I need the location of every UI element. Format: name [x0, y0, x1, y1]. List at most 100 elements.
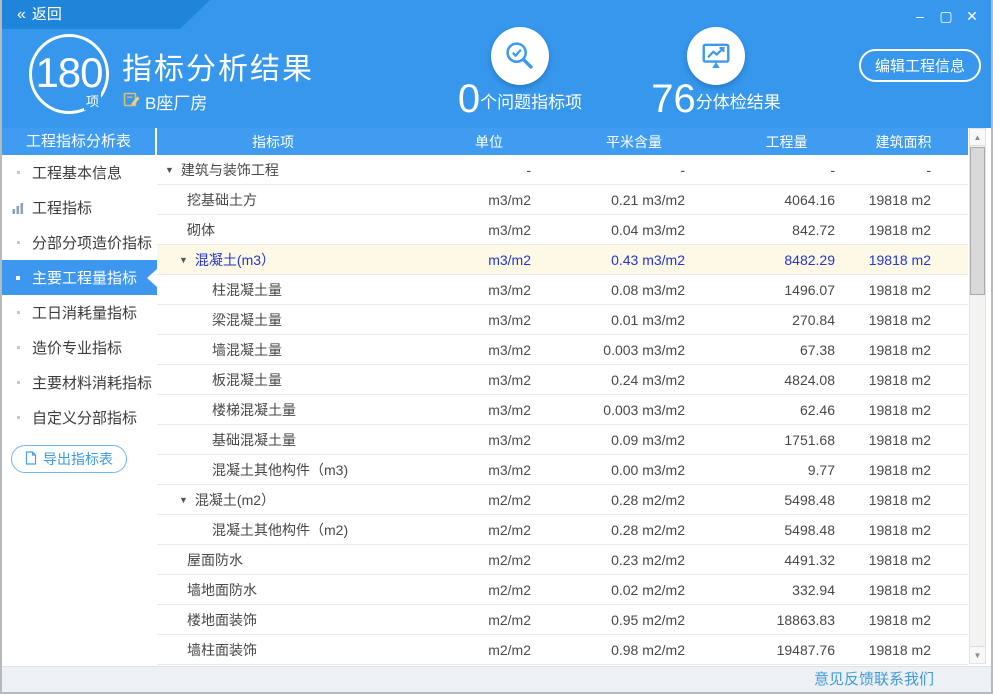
page-title: 指标分析结果 — [122, 44, 314, 88]
scroll-down-button[interactable]: ▼ — [970, 646, 985, 663]
table-row[interactable]: ▼建筑与装饰工程---- — [157, 155, 968, 185]
back-button[interactable]: «返回 — [2, 0, 210, 29]
cell-unit: m3/m2 — [439, 252, 539, 268]
table-row[interactable]: ▼混凝土(m2）m2/m20.28 m2/m25498.4819818 m2 — [157, 485, 968, 515]
indicator-label: 砌体 — [187, 220, 215, 240]
table-row[interactable]: 墙混凝土量m3/m20.003 m3/m267.3819818 m2 — [157, 335, 968, 365]
cell-area: 19818 m2 — [839, 642, 968, 658]
health-score: 76 — [651, 77, 696, 121]
col-header-unit: 单位 — [439, 132, 539, 152]
problem-label: 个问题指标项 — [480, 93, 582, 112]
export-indicator-table-button[interactable]: 导出指标表 — [11, 445, 127, 473]
sidebar-nav: 工程基本信息工程指标分部分项造价指标主要工程量指标工日消耗量指标造价专业指标主要… — [2, 155, 157, 435]
cell-area: 19818 m2 — [839, 372, 968, 388]
export-doc-icon — [25, 451, 37, 468]
maximize-button[interactable]: ▢ — [933, 6, 959, 26]
col-header-per-sqm: 平米含量 — [539, 132, 689, 152]
health-score-label: 分体检结果 — [696, 93, 781, 112]
problem-count: 0 — [458, 77, 480, 121]
scrollbar-thumb[interactable] — [970, 147, 985, 295]
table-row[interactable]: 梁混凝土量m3/m20.01 m3/m2270.8419818 m2 — [157, 305, 968, 335]
sidebar-item-label: 主要材料消耗指标 — [32, 372, 152, 393]
close-button[interactable]: ✕ — [959, 6, 985, 26]
indicator-label: 混凝土(m3） — [195, 250, 275, 270]
cell-area: 19818 m2 — [839, 342, 968, 358]
top-banner: «返回 – ▢ ✕ 180 项 指标分析结果 B座厂房 — [2, 0, 991, 128]
cell-indicator: 混凝土其他构件（m3) — [157, 460, 439, 480]
cell-area: 19818 m2 — [839, 552, 968, 568]
sidebar-item-4[interactable]: 工日消耗量指标 — [2, 295, 157, 330]
table-row[interactable]: ▼混凝土(m3）m3/m20.43 m3/m28482.2919818 m2 — [157, 245, 968, 275]
feedback-contact-link[interactable]: 意见反馈联系我们 — [814, 667, 934, 692]
indicator-label: 梁混凝土量 — [212, 310, 282, 330]
dot-icon — [11, 346, 25, 349]
collapse-triangle-icon[interactable]: ▼ — [179, 255, 188, 265]
indicator-label: 墙地面防水 — [187, 580, 257, 600]
dot-icon — [11, 311, 25, 314]
dot-icon — [11, 381, 25, 384]
sidebar-item-label: 造价专业指标 — [32, 337, 122, 358]
cell-per-sqm: 0.00 m3/m2 — [539, 462, 689, 478]
sidebar-item-5[interactable]: 造价专业指标 — [2, 330, 157, 365]
health-score-stat: 76分体检结果 — [626, 27, 806, 122]
table-row[interactable]: 挖基础土方m3/m20.21 m3/m24064.1619818 m2 — [157, 185, 968, 215]
table-row[interactable]: 砌体m3/m20.04 m3/m2842.7219818 m2 — [157, 215, 968, 245]
col-header-quantity: 工程量 — [689, 132, 839, 152]
indicator-label: 楼地面装饰 — [187, 610, 257, 630]
sidebar-item-3[interactable]: 主要工程量指标 — [2, 260, 157, 295]
sidebar-item-7[interactable]: 自定义分部指标 — [2, 400, 157, 435]
edit-note-icon — [123, 91, 140, 113]
sidebar-item-0[interactable]: 工程基本信息 — [2, 155, 157, 190]
cell-area: 19818 m2 — [839, 402, 968, 418]
sidebar: 工程指标分析表 工程基本信息工程指标分部分项造价指标主要工程量指标工日消耗量指标… — [2, 128, 157, 666]
cell-unit: m3/m2 — [439, 312, 539, 328]
table-row[interactable]: 楼梯混凝土量m3/m20.003 m3/m262.4619818 m2 — [157, 395, 968, 425]
table-row[interactable]: 混凝土其他构件（m3)m3/m20.00 m3/m29.7719818 m2 — [157, 455, 968, 485]
cell-per-sqm: 0.95 m2/m2 — [539, 612, 689, 628]
sidebar-item-1[interactable]: 工程指标 — [2, 190, 157, 225]
cell-area: - — [839, 162, 968, 178]
table-row[interactable]: 柱混凝土量m3/m20.08 m3/m21496.0719818 m2 — [157, 275, 968, 305]
sidebar-item-2[interactable]: 分部分项造价指标 — [2, 225, 157, 260]
cell-quantity: 9.77 — [689, 462, 839, 478]
collapse-triangle-icon[interactable]: ▼ — [179, 495, 188, 505]
project-name: B座厂房 — [145, 89, 207, 114]
minimize-button[interactable]: – — [907, 6, 933, 26]
cell-quantity: 5498.48 — [689, 492, 839, 508]
indicator-label: 建筑与装饰工程 — [181, 160, 279, 180]
table-row[interactable]: 板混凝土量m3/m20.24 m3/m24824.0819818 m2 — [157, 365, 968, 395]
cell-quantity: 4491.32 — [689, 552, 839, 568]
indicator-label: 混凝土其他构件（m2) — [212, 520, 348, 540]
sidebar-item-label: 工日消耗量指标 — [32, 302, 137, 323]
cell-unit: m2/m2 — [439, 522, 539, 538]
dot-icon — [11, 276, 25, 280]
indicator-label: 楼梯混凝土量 — [212, 400, 296, 420]
vertical-scrollbar[interactable]: ▲ ▼ — [969, 128, 986, 664]
cell-quantity: - — [689, 162, 839, 178]
project-subtitle: B座厂房 — [123, 89, 207, 114]
table-row[interactable]: 基础混凝土量m3/m20.09 m3/m21751.6819818 m2 — [157, 425, 968, 455]
collapse-triangle-icon[interactable]: ▼ — [165, 165, 174, 175]
cell-unit: m3/m2 — [439, 372, 539, 388]
cell-per-sqm: 0.21 m3/m2 — [539, 192, 689, 208]
table-row[interactable]: 楼地面装饰m2/m20.95 m2/m218863.8319818 m2 — [157, 605, 968, 635]
cell-area: 19818 m2 — [839, 492, 968, 508]
edit-project-info-button[interactable]: 编辑工程信息 — [859, 49, 981, 82]
cell-indicator: 楼地面装饰 — [157, 610, 439, 630]
table-row[interactable]: 屋面防水m2/m20.23 m2/m24491.3219818 m2 — [157, 545, 968, 575]
sidebar-item-6[interactable]: 主要材料消耗指标 — [2, 365, 157, 400]
table-row[interactable]: 混凝土其他构件（m2)m2/m20.28 m2/m25498.4819818 m… — [157, 515, 968, 545]
export-button-label: 导出指标表 — [43, 449, 113, 469]
sidebar-header: 工程指标分析表 — [2, 128, 157, 155]
table-row[interactable]: 墙柱面装饰m2/m20.98 m2/m219487.7619818 m2 — [157, 635, 968, 665]
cell-quantity: 8482.29 — [689, 252, 839, 268]
cell-per-sqm: 0.04 m3/m2 — [539, 222, 689, 238]
cell-per-sqm: 0.28 m2/m2 — [539, 522, 689, 538]
scroll-up-button[interactable]: ▲ — [970, 129, 985, 146]
cell-unit: m3/m2 — [439, 222, 539, 238]
indicator-table: 指标项 单位 平米含量 工程量 建筑面积 ▼建筑与装饰工程----挖基础土方m3… — [157, 128, 991, 666]
indicator-label: 墙混凝土量 — [212, 340, 282, 360]
table-row[interactable]: 墙地面防水m2/m20.02 m2/m2332.9419818 m2 — [157, 575, 968, 605]
cell-quantity: 1496.07 — [689, 282, 839, 298]
cell-quantity: 332.94 — [689, 582, 839, 598]
